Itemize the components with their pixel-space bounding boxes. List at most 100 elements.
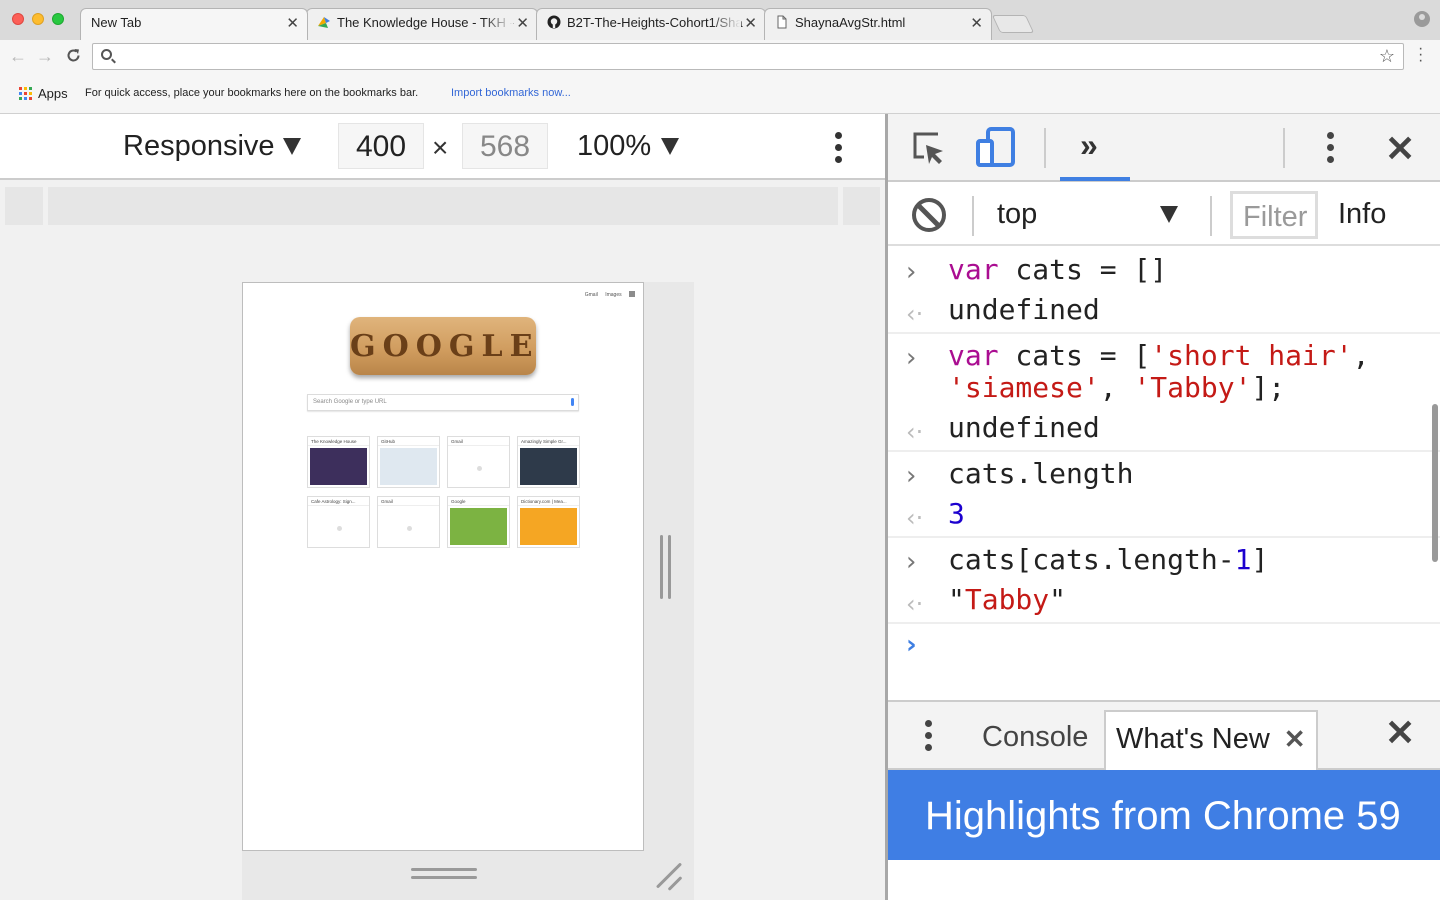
tab-new-tab[interactable]: New Tab ✕ (80, 8, 308, 40)
context-select[interactable]: top (997, 198, 1037, 231)
address-bar[interactable]: ☆ (92, 43, 1404, 70)
more-panels-icon[interactable]: » (1080, 127, 1098, 164)
tile-thumbnail (310, 448, 367, 485)
code-token: undefined (948, 411, 1100, 444)
horizontal-resize-handle[interactable] (411, 868, 477, 882)
zoom-select[interactable]: 100% (577, 130, 651, 163)
document-icon (777, 15, 787, 29)
forward-arrow-icon[interactable]: → (36, 46, 54, 67)
code-token: 'siamese' (948, 371, 1100, 404)
console-scrollbar[interactable] (1432, 404, 1438, 562)
zoom-window-button[interactable] (52, 13, 64, 25)
banner-title: Highlights from Chrome 59 (925, 794, 1401, 838)
width-input[interactable]: 400 (338, 123, 424, 169)
apps-grid-icon[interactable] (19, 87, 32, 100)
code-token: " (948, 583, 965, 616)
images-link[interactable]: Images (605, 292, 621, 298)
import-bookmarks-link[interactable]: Import bookmarks now... (451, 87, 571, 99)
most-visited-tile[interactable]: Cafe Astrology: Sign... (307, 496, 370, 548)
github-icon (547, 15, 561, 29)
most-visited-tile[interactable]: Gmail (377, 496, 440, 548)
tab-close-icon[interactable]: ✕ (744, 14, 757, 32)
console-log[interactable]: › var cats = [] ‹· undefined › var cats = ['s… (888, 248, 1440, 700)
console-output-entry[interactable]: ‹· undefined (888, 408, 1440, 452)
filter-input[interactable]: Filter (1230, 191, 1318, 239)
chrome-menu-icon[interactable]: · · · (1418, 41, 1423, 69)
log-level-select[interactable]: Info (1338, 198, 1386, 231)
close-tab-icon[interactable]: ✕ (1284, 724, 1306, 754)
most-visited-tile[interactable]: The Knowledge House (307, 436, 370, 488)
corner-resize-handle[interactable] (650, 858, 686, 894)
tile-thumbnail (450, 508, 507, 545)
tile-title: Google (448, 497, 509, 506)
device-more-options-icon[interactable] (835, 132, 843, 168)
new-tab-button[interactable] (991, 15, 1035, 33)
console-output-entry[interactable]: ‹· "Tabby" (888, 580, 1440, 624)
console-output-entry[interactable]: ‹· undefined (888, 290, 1440, 334)
close-window-button[interactable] (12, 13, 24, 25)
most-visited-tile[interactable]: Gmail (447, 436, 510, 488)
drawer-menu-icon[interactable] (925, 720, 933, 756)
active-panel-indicator (1060, 177, 1130, 181)
code-token: var (948, 339, 999, 372)
tile-title: Amazingly Simple Gr... (518, 437, 579, 446)
close-drawer-icon[interactable]: ✕ (1385, 712, 1415, 754)
tab-label: Console (982, 721, 1089, 753)
tab-shayna-avg-str[interactable]: ShaynaAvgStr.html ✕ (764, 8, 992, 40)
device-mode-dropdown-icon[interactable] (283, 138, 301, 155)
console-input-entry[interactable]: › var cats = ['short hair', 'siamese', 'T… (888, 334, 1440, 408)
google-doodle[interactable]: GOOGLE (350, 317, 536, 375)
tkh-favicon-icon (318, 17, 330, 28)
tab-console[interactable]: Console (972, 710, 1098, 770)
vertical-resize-handle[interactable] (660, 535, 675, 599)
most-visited-tile[interactable]: Dictionary.com | Mea... (517, 496, 580, 548)
tile-title: GitHub (378, 437, 439, 446)
microphone-icon[interactable] (571, 398, 574, 406)
tab-whats-new[interactable]: What's New ✕ (1104, 710, 1318, 770)
zoom-dropdown-icon[interactable] (661, 138, 679, 155)
media-query-bar-left[interactable] (5, 187, 43, 225)
tab-strip: New Tab ✕ The Knowledge House - TKH - ✕ … (0, 0, 1440, 40)
minimize-window-button[interactable] (32, 13, 44, 25)
tab-github-repo[interactable]: B2T-The-Heights-Cohort1/Sha ✕ (536, 8, 766, 40)
clear-console-icon[interactable] (912, 198, 946, 232)
close-devtools-icon[interactable]: ✕ (1385, 128, 1415, 170)
devtools-menu-icon[interactable] (1327, 132, 1335, 168)
emulated-viewport[interactable]: Gmail Images GOOGLE Search Google or typ… (242, 282, 644, 851)
bookmark-star-icon[interactable]: ☆ (1379, 46, 1395, 67)
apps-grid-icon[interactable] (629, 291, 635, 297)
back-arrow-icon[interactable]: ← (9, 46, 27, 67)
device-mode-select[interactable]: Responsive (123, 130, 275, 163)
device-toggle-icon[interactable] (976, 127, 1016, 167)
tab-close-icon[interactable]: ✕ (286, 14, 299, 32)
tab-close-icon[interactable]: ✕ (970, 14, 983, 32)
inspect-element-icon[interactable] (912, 131, 946, 165)
code-token: cats.length (948, 457, 1134, 490)
code-token: , (1352, 339, 1370, 372)
tile-placeholder-icon (337, 526, 342, 531)
google-search-input[interactable]: Search Google or type URL (307, 394, 579, 411)
media-query-bar-right[interactable] (843, 187, 880, 225)
most-visited-tile[interactable]: GitHub (377, 436, 440, 488)
code-token: ] (1251, 543, 1269, 576)
console-input-entry[interactable]: › cats[cats.length-1] (888, 538, 1440, 580)
code-token: , (1099, 371, 1134, 404)
most-visited-tile[interactable]: Google (447, 496, 510, 548)
tab-close-icon[interactable]: ✕ (516, 14, 529, 32)
console-input-entry[interactable]: › var cats = [] (888, 248, 1440, 290)
output-arrow-icon: ‹· (906, 418, 924, 446)
code-token: Tabby (964, 583, 1050, 616)
reload-icon[interactable] (65, 47, 82, 64)
apps-link[interactable]: Apps (38, 86, 68, 101)
console-output-entry[interactable]: ‹· 3 (888, 494, 1440, 538)
prompt-chevron-icon: › (906, 630, 917, 660)
most-visited-tile[interactable]: Amazingly Simple Gr... (517, 436, 580, 488)
console-prompt[interactable]: › (888, 624, 1440, 676)
profile-icon[interactable] (1414, 11, 1430, 27)
media-query-bar[interactable] (48, 187, 838, 225)
context-dropdown-icon[interactable] (1160, 206, 1178, 223)
tab-knowledge-house[interactable]: The Knowledge House - TKH - ✕ (306, 8, 538, 40)
gmail-link[interactable]: Gmail (585, 292, 598, 298)
height-input[interactable]: 568 (462, 123, 548, 169)
console-input-entry[interactable]: › cats.length (888, 452, 1440, 494)
